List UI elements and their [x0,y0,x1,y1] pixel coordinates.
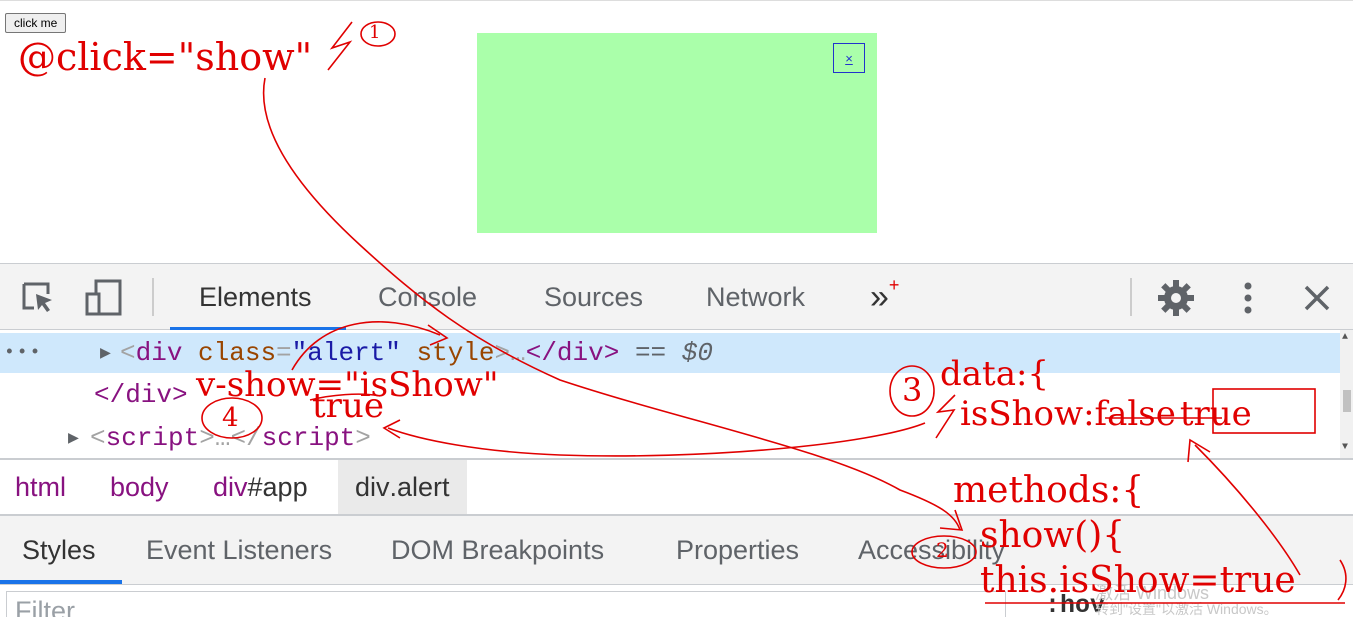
attr-name: style [416,338,495,368]
dollar-zero-ref: == $0 [634,338,713,368]
dom-tree: ••• ▶ <div class="alert" style>…</div> =… [0,330,1353,458]
tag-bracket: < [120,338,136,368]
scroll-down-icon[interactable]: ▼ [1342,442,1348,453]
devtools-panel: Elements Console Sources Network » + •••… [0,263,1353,617]
closing-tag: </div> [525,338,620,368]
crumb-tag: div [355,471,390,502]
windows-watermark-sub: 转到"设置"以激活 Windows。 [1095,601,1278,617]
tab-network[interactable]: Network [706,264,805,330]
tab-styles[interactable]: Styles [22,516,96,584]
breadcrumb-div-app[interactable]: div #app [198,460,323,514]
toolbar-separator [1130,278,1132,316]
expand-triangle-icon[interactable]: ▶ [68,427,79,449]
breadcrumb-html[interactable]: html [0,460,81,514]
styles-filter-input[interactable]: Filter [6,591,1006,617]
closing-tag: </div> [94,380,188,410]
crumb-suffix: .alert [389,471,450,502]
breadcrumb-div-alert[interactable]: div .alert [338,460,467,514]
scroll-up-icon[interactable]: ▲ [1342,332,1348,343]
scrollbar-thumb[interactable] [1343,390,1351,412]
close-icon[interactable] [1297,278,1337,318]
expand-triangle-icon[interactable]: ▶ [100,342,111,364]
attr-value: "alert" [291,338,401,368]
crumb-tag: body [110,471,169,502]
crumb-tag: div [213,471,248,502]
attr-name: class [198,338,277,368]
breadcrumb-body[interactable]: body [95,460,184,514]
gear-icon[interactable] [1156,278,1196,318]
styles-filter-row: Filter :hov 激活 Windows 转到"设置"以激活 Windows… [0,585,1353,617]
tab-dom-breakpoints[interactable]: DOM Breakpoints [391,516,604,584]
device-toggle-icon[interactable] [84,278,124,318]
page-viewport: click me × [0,0,1353,264]
sidebar-tabs: Styles Event Listeners DOM Breakpoints P… [0,516,1353,585]
kebab-icon[interactable] [1228,278,1268,318]
dom-scrollbar[interactable]: ▲ ▼ [1340,330,1353,458]
tag-bracket: < [90,423,106,453]
click-me-button[interactable]: click me [5,13,67,33]
alert-box: × [477,33,877,233]
tag-name: script [261,423,356,453]
tab-accessibility[interactable]: Accessibility [858,516,1005,584]
more-tabs-button[interactable]: » + [870,264,899,330]
tag-bracket: >…</ [199,423,262,453]
tab-elements[interactable]: Elements [199,264,312,330]
tag-bracket: >… [494,338,526,368]
dom-node-div-alert[interactable]: ••• ▶ <div class="alert" style>…</div> =… [0,333,1340,373]
crumb-tag: html [15,471,67,502]
tag-name: div [135,338,183,368]
dom-node-close-div[interactable]: </div> [0,375,1340,415]
toolbar-separator [152,278,154,316]
tab-event-listeners[interactable]: Event Listeners [146,516,332,584]
inspect-icon[interactable] [18,278,58,318]
node-actions-ellipsis[interactable]: ••• [4,343,42,363]
alert-close-button[interactable]: × [833,43,865,73]
tab-properties[interactable]: Properties [676,516,799,584]
devtools-toolbar: Elements Console Sources Network » + [0,263,1353,331]
tab-console[interactable]: Console [378,264,477,330]
tab-sources[interactable]: Sources [544,264,643,330]
tag-name: script [105,423,200,453]
chevron-double-right-icon: » [870,277,889,316]
breadcrumb: html body div #app div .alert [0,458,1353,516]
attr-eq: = [276,338,292,368]
dom-node-script[interactable]: ▶ <script>…</script> [0,418,1340,458]
active-subtab-indicator [0,580,122,584]
tag-bracket: > [355,423,371,453]
crumb-suffix: #app [247,471,308,502]
new-badge-icon: + [888,274,900,295]
